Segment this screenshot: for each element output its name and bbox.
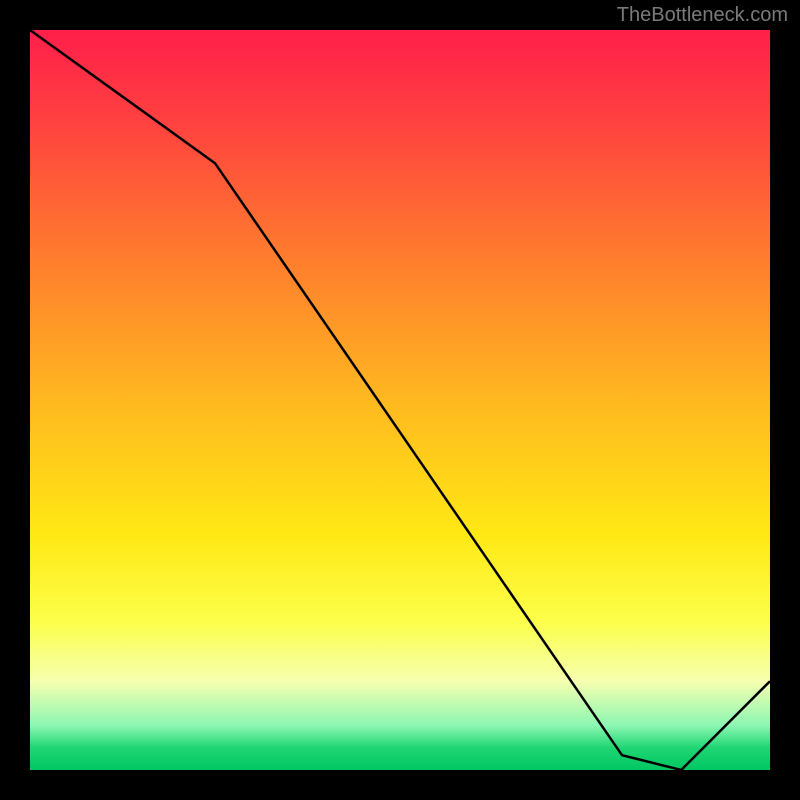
chart-line bbox=[30, 30, 770, 770]
frame-border bbox=[770, 0, 800, 800]
frame-border bbox=[0, 770, 800, 800]
chart-container bbox=[0, 0, 800, 800]
watermark-text: TheBottleneck.com bbox=[617, 4, 788, 27]
plot-area bbox=[30, 30, 770, 770]
frame-border bbox=[0, 0, 30, 800]
